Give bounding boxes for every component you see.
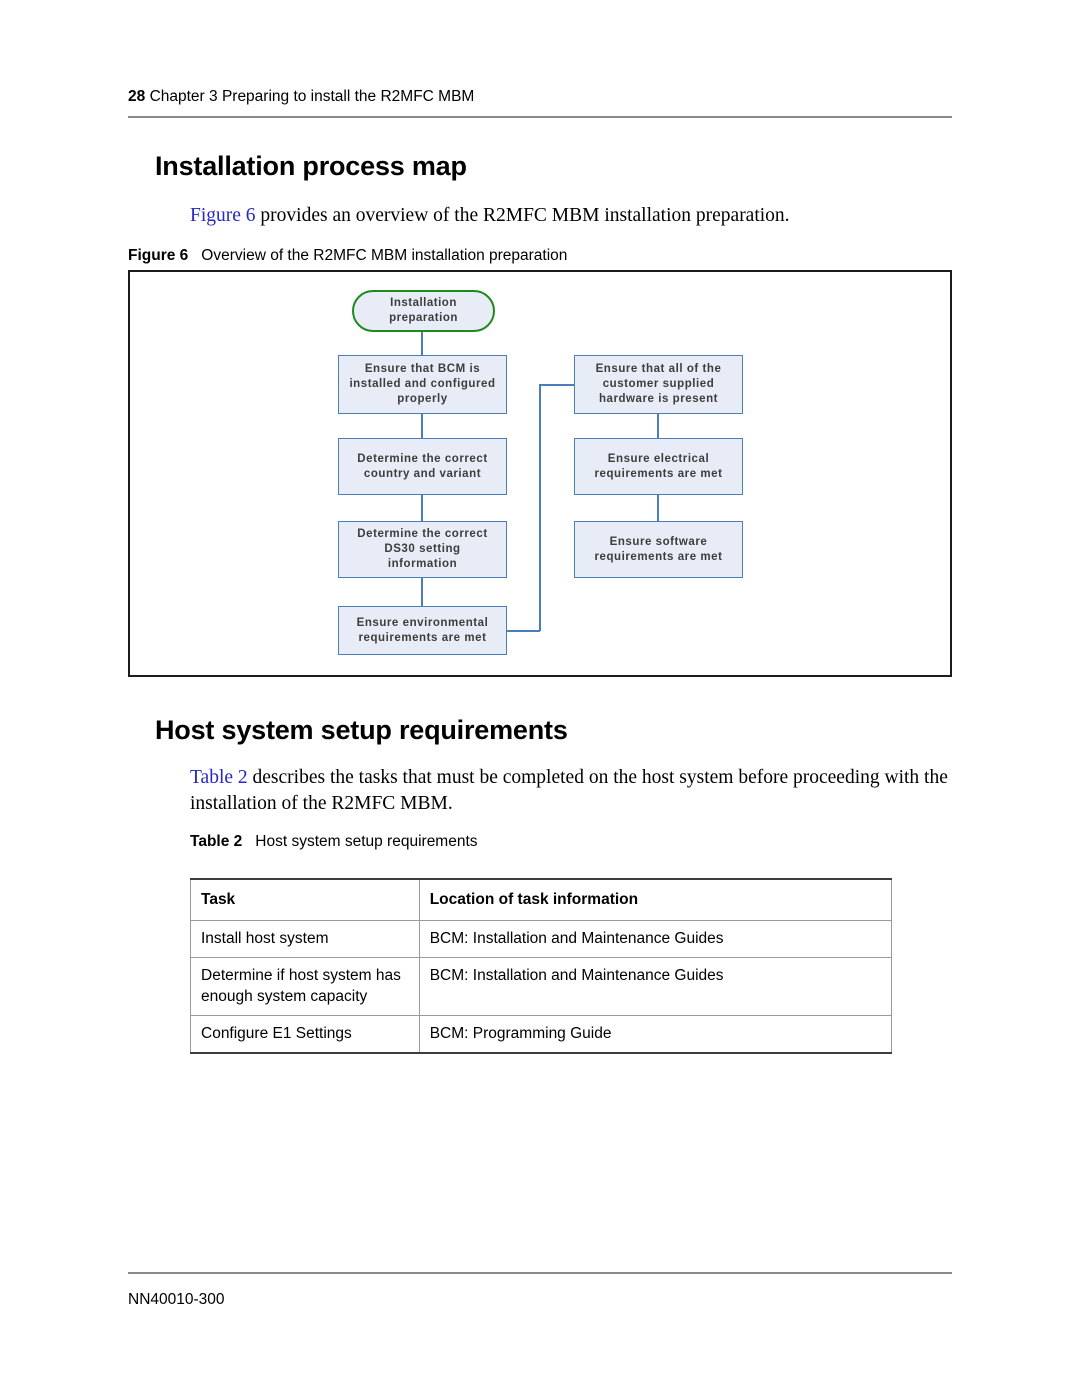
table-row: Configure E1 Settings BCM: Programming G…	[190, 1015, 893, 1054]
cell-location: BCM: Installation and Maintenance Guides	[418, 920, 893, 958]
document-page: 28 Chapter 3 Preparing to install the R2…	[0, 0, 1080, 1397]
paragraph-figure-intro: Figure 6 provides an overview of the R2M…	[190, 203, 950, 229]
table-caption-text: Host system setup requirements	[255, 833, 478, 850]
flow-node-ensure-electrical-requirements: Ensure electrical requirements are met	[574, 438, 743, 495]
heading-host-system-setup-requirements: Host system setup requirements	[155, 715, 568, 745]
flow-node-ensure-software-requirements: Ensure software requirements are met	[574, 521, 743, 578]
figure-intro-text: provides an overview of the R2MFC MBM in…	[255, 205, 790, 226]
connector-right1-to-right2	[657, 414, 659, 438]
connector-left4-elbow-vertical	[539, 384, 541, 631]
flow-node-label: Ensure electrical requirements are met	[594, 452, 723, 480]
figure-frame: Installation preparation Ensure that BCM…	[128, 270, 952, 677]
column-header-location: Location of task information	[418, 878, 893, 921]
flow-node-label: Installation preparation	[389, 297, 458, 324]
column-header-task: Task	[190, 878, 420, 921]
table-cross-reference[interactable]: Table 2	[190, 767, 248, 788]
table-caption: Table 2 Host system setup requirements	[190, 833, 478, 851]
running-header: 28 Chapter 3 Preparing to install the R2…	[128, 88, 952, 106]
flow-node-label: Ensure that BCM is installed and configu…	[349, 363, 496, 405]
cell-task: Install host system	[190, 920, 420, 958]
host-system-requirements-table: Task Location of task information Instal…	[190, 878, 893, 1054]
page-number: 28	[128, 88, 146, 105]
header-rule	[128, 116, 952, 118]
cell-location: BCM: Programming Guide	[418, 1015, 893, 1054]
connector-left4-elbow-horizontal	[507, 630, 540, 632]
paragraph-table-intro: Table 2 describes the tasks that must be…	[190, 765, 952, 817]
flow-node-installation-preparation: Installation preparation	[352, 290, 495, 332]
footer-document-number: NN40010-300	[128, 1291, 225, 1308]
table-caption-label: Table 2	[190, 833, 243, 850]
figure-caption-text: Overview of the R2MFC MBM installation p…	[201, 247, 568, 264]
footer-rule	[128, 1272, 952, 1274]
cell-task: Determine if host system has enough syst…	[190, 957, 420, 1016]
flow-node-label: Ensure software requirements are met	[594, 535, 723, 563]
table-intro-text: describes the tasks that must be complet…	[190, 767, 948, 814]
figure-caption-label: Figure 6	[128, 247, 189, 264]
figure-cross-reference[interactable]: Figure 6	[190, 205, 256, 226]
chapter-title: Chapter 3 Preparing to install the R2MFC…	[149, 88, 475, 105]
flow-node-label: Determine the correct country and varian…	[357, 452, 488, 480]
connector-left3-to-left4	[421, 578, 423, 606]
flow-node-determine-country-variant: Determine the correct country and varian…	[338, 438, 507, 495]
flow-node-label: Determine the correct DS30 setting infor…	[357, 528, 488, 570]
cell-location: BCM: Installation and Maintenance Guides	[418, 957, 893, 1016]
flow-node-determine-ds30-setting: Determine the correct DS30 setting infor…	[338, 521, 507, 578]
flow-node-ensure-customer-hardware-present: Ensure that all of the customer supplied…	[574, 355, 743, 414]
connector-start-to-left1	[421, 332, 423, 355]
connector-left1-to-left2	[421, 414, 423, 438]
flow-node-label: Ensure environmental requirements are me…	[356, 616, 489, 644]
flow-node-label: Ensure that all of the customer supplied…	[595, 363, 722, 405]
cell-task: Configure E1 Settings	[190, 1015, 420, 1054]
table-row: Determine if host system has enough syst…	[190, 957, 893, 1016]
connector-elbow-to-right1	[539, 384, 574, 386]
figure-caption: Figure 6 Overview of the R2MFC MBM instal…	[128, 247, 567, 265]
flowchart: Installation preparation Ensure that BCM…	[130, 272, 954, 679]
table-header-row: Task Location of task information	[190, 878, 893, 921]
connector-right2-to-right3	[657, 495, 659, 521]
flow-node-ensure-bcm-installed: Ensure that BCM is installed and configu…	[338, 355, 507, 414]
heading-installation-process-map: Installation process map	[155, 151, 467, 181]
table-row: Install host system BCM: Installation an…	[190, 920, 893, 958]
connector-left2-to-left3	[421, 495, 423, 521]
flow-node-ensure-environmental-requirements: Ensure environmental requirements are me…	[338, 606, 507, 655]
